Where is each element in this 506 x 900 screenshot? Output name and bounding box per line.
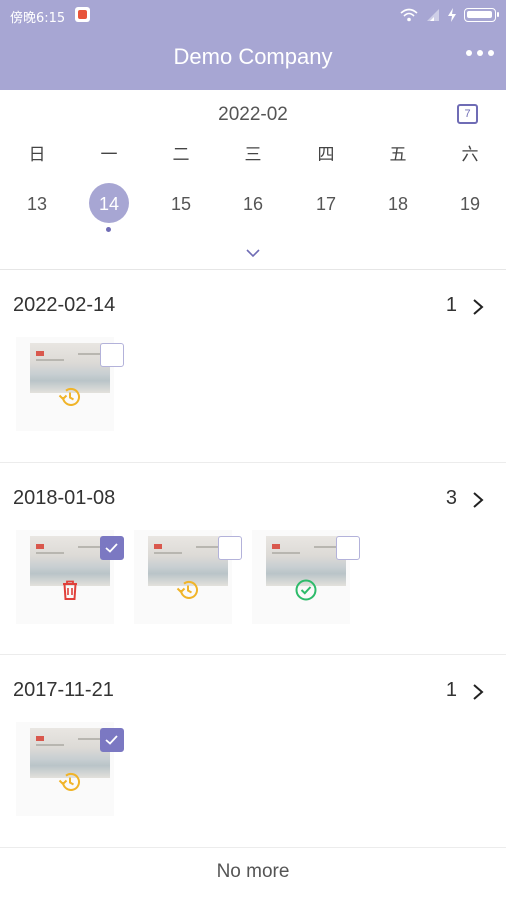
receipt-thumbnail[interactable] — [16, 722, 124, 816]
chevron-right-icon[interactable] — [472, 298, 484, 316]
no-more-label: No more — [216, 861, 290, 882]
select-checkbox[interactable] — [218, 536, 242, 560]
weekday-mon: 一 — [100, 145, 118, 165]
receipt-thumbnail[interactable] — [16, 530, 124, 624]
signal-icon — [427, 9, 439, 21]
status-icons — [400, 6, 499, 24]
date-group: 2018-01-08 3 — [0, 463, 506, 655]
page-title: Demo Company — [173, 44, 333, 69]
weekday-sun: 日 — [28, 145, 46, 165]
more-icon[interactable] — [466, 50, 494, 56]
date-group: 2022-02-14 1 — [0, 270, 506, 463]
history-icon — [58, 387, 80, 406]
weekday-wed: 三 — [244, 145, 262, 165]
wifi-icon — [400, 8, 418, 22]
select-checkbox[interactable] — [100, 343, 124, 367]
day-15[interactable]: 15 — [155, 194, 207, 215]
weekday-tue: 二 — [172, 145, 190, 165]
day-19[interactable]: 19 — [444, 194, 496, 215]
app-header: 傍晚6:15 Demo Company — [0, 0, 506, 90]
event-dot — [106, 227, 111, 232]
approved-check-icon — [295, 579, 317, 601]
notification-app-icon — [75, 7, 90, 22]
history-icon — [176, 580, 198, 599]
day-16[interactable]: 16 — [227, 194, 279, 215]
day-18[interactable]: 18 — [372, 194, 424, 215]
group-date[interactable]: 2018-01-08 — [13, 487, 115, 510]
calendar-strip: 2022-02 7 日 一 二 三 四 五 六 13 14 15 16 17 1… — [0, 90, 506, 270]
receipt-thumbnail[interactable] — [16, 337, 124, 431]
status-bar: 傍晚6:15 — [0, 0, 506, 30]
history-icon — [58, 772, 80, 791]
weekday-fri: 五 — [389, 145, 407, 165]
battery-icon — [464, 8, 499, 22]
receipt-thumbnail[interactable] — [252, 530, 360, 624]
group-date[interactable]: 2017-11-21 — [13, 679, 114, 702]
chevron-right-icon[interactable] — [472, 683, 484, 701]
chevron-down-icon[interactable] — [246, 248, 260, 258]
weekday-sat: 六 — [461, 145, 479, 165]
calendar-icon[interactable]: 7 — [457, 104, 478, 124]
status-time: 傍晚6:15 — [10, 11, 66, 26]
select-checkbox[interactable] — [336, 536, 360, 560]
checkmark-icon — [105, 735, 118, 745]
group-date[interactable]: 2022-02-14 — [13, 294, 115, 317]
day-17[interactable]: 17 — [300, 194, 352, 215]
group-count: 1 — [445, 294, 457, 316]
charging-icon — [448, 8, 456, 22]
checkmark-icon — [105, 543, 118, 553]
chevron-right-icon[interactable] — [472, 491, 484, 509]
weekday-thu: 四 — [317, 145, 335, 165]
date-group: 2017-11-21 1 — [0, 655, 506, 848]
group-count: 1 — [445, 679, 457, 701]
select-checkbox-checked[interactable] — [100, 728, 124, 752]
receipt-thumbnail[interactable] — [134, 530, 242, 624]
weekday-row: 日 一 二 三 四 五 六 — [0, 140, 506, 165]
group-count: 3 — [445, 487, 457, 509]
trash-icon — [63, 580, 77, 600]
day-13[interactable]: 13 — [11, 194, 63, 215]
day-row: 13 14 15 16 17 18 19 — [0, 187, 506, 227]
select-checkbox-checked[interactable] — [100, 536, 124, 560]
day-14-selected[interactable]: 14 — [83, 194, 135, 215]
calendar-month[interactable]: 2022-02 — [0, 104, 506, 126]
